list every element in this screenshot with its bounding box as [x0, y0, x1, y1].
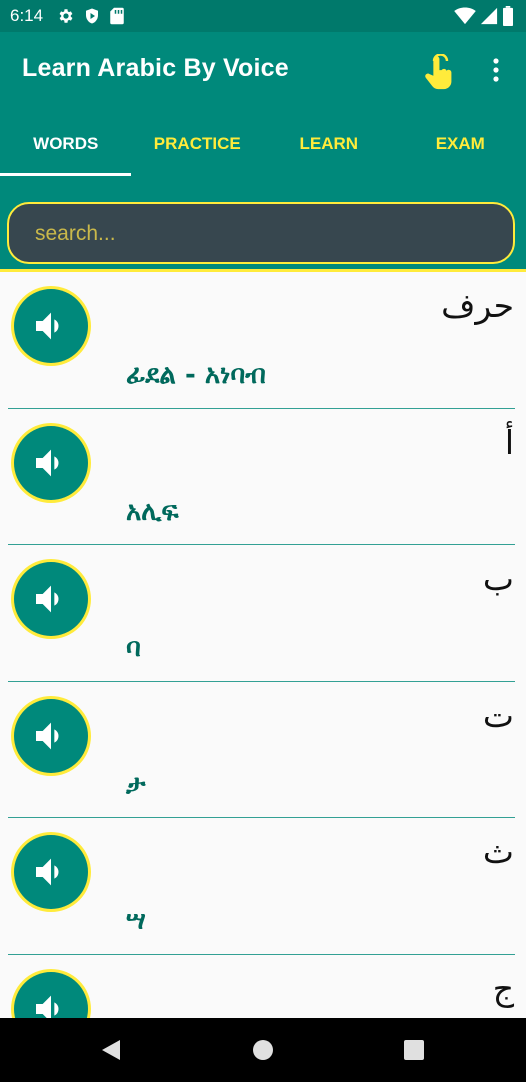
play-audio-button[interactable]: [11, 422, 91, 503]
arabic-word: ج: [492, 968, 514, 1008]
app-screen: 6:14 Learn Arabic By Voice WORDS PRACTIC…: [0, 0, 526, 1082]
amharic-transliteration: ፊደል - አነባብ: [126, 360, 266, 390]
play-audio-button[interactable]: [11, 286, 91, 366]
list-item[interactable]: أ አሊፍ: [0, 409, 526, 545]
amharic-transliteration: ባ: [126, 633, 141, 663]
status-left-icons: [57, 7, 133, 25]
tab-practice[interactable]: PRACTICE: [132, 112, 264, 176]
signal-icon: [480, 7, 498, 25]
tab-bar: WORDS PRACTICE LEARN EXAM: [0, 112, 526, 176]
play-audio-button[interactable]: [11, 968, 91, 1018]
arabic-word: حرف: [441, 286, 514, 325]
list-item[interactable]: ت ታ: [0, 682, 526, 818]
sd-card-icon: [109, 7, 125, 25]
search-box: [7, 202, 515, 264]
tab-learn[interactable]: LEARN: [263, 112, 395, 176]
speaker-icon: [36, 449, 59, 476]
arabic-word: ب: [482, 559, 514, 598]
play-audio-button[interactable]: [11, 695, 91, 776]
amharic-transliteration: ታ: [126, 769, 146, 800]
speaker-icon: [36, 312, 59, 340]
list-item[interactable]: ج: [0, 955, 526, 1018]
gear-icon: [57, 7, 75, 25]
status-bar: 6:14: [0, 0, 526, 32]
amharic-transliteration: ሣ: [126, 906, 146, 936]
more-vert-icon[interactable]: [484, 56, 508, 86]
back-icon[interactable]: [100, 1038, 122, 1066]
touch-hand-icon[interactable]: [424, 53, 458, 92]
tab-words[interactable]: WORDS: [0, 112, 132, 176]
recents-icon[interactable]: [404, 1040, 424, 1060]
play-audio-button[interactable]: [11, 559, 91, 639]
system-nav-bar: [0, 1018, 526, 1082]
arabic-word: أ: [504, 422, 514, 462]
battery-icon: [502, 6, 514, 26]
home-icon[interactable]: [253, 1040, 273, 1060]
shield-icon: [83, 7, 101, 25]
search-input[interactable]: [33, 216, 497, 252]
amharic-transliteration: አሊፍ: [126, 496, 179, 527]
speaker-icon: [36, 995, 59, 1018]
speaker-icon: [36, 585, 59, 613]
status-right-icons: [450, 0, 514, 32]
tab-exam[interactable]: EXAM: [395, 112, 526, 176]
word-list[interactable]: حرف ፊደል - አነባብ أ አሊፍ ب ባ ت ታ ث ሣ ج: [0, 272, 526, 1018]
list-item[interactable]: حرف ፊደል - አነባብ: [0, 272, 526, 409]
search-section: [0, 176, 526, 272]
list-item[interactable]: ب ባ: [0, 545, 526, 682]
app-title: Learn Arabic By Voice: [22, 54, 289, 82]
speaker-icon: [36, 722, 59, 749]
wifi-icon: [454, 7, 476, 25]
arabic-word: ت: [482, 695, 514, 735]
app-bar: Learn Arabic By Voice: [0, 32, 526, 112]
status-time: 6:14: [10, 6, 44, 25]
list-item[interactable]: ث ሣ: [0, 818, 526, 955]
speaker-icon: [36, 858, 59, 886]
arabic-word: ث: [482, 832, 514, 871]
play-audio-button[interactable]: [11, 832, 91, 912]
